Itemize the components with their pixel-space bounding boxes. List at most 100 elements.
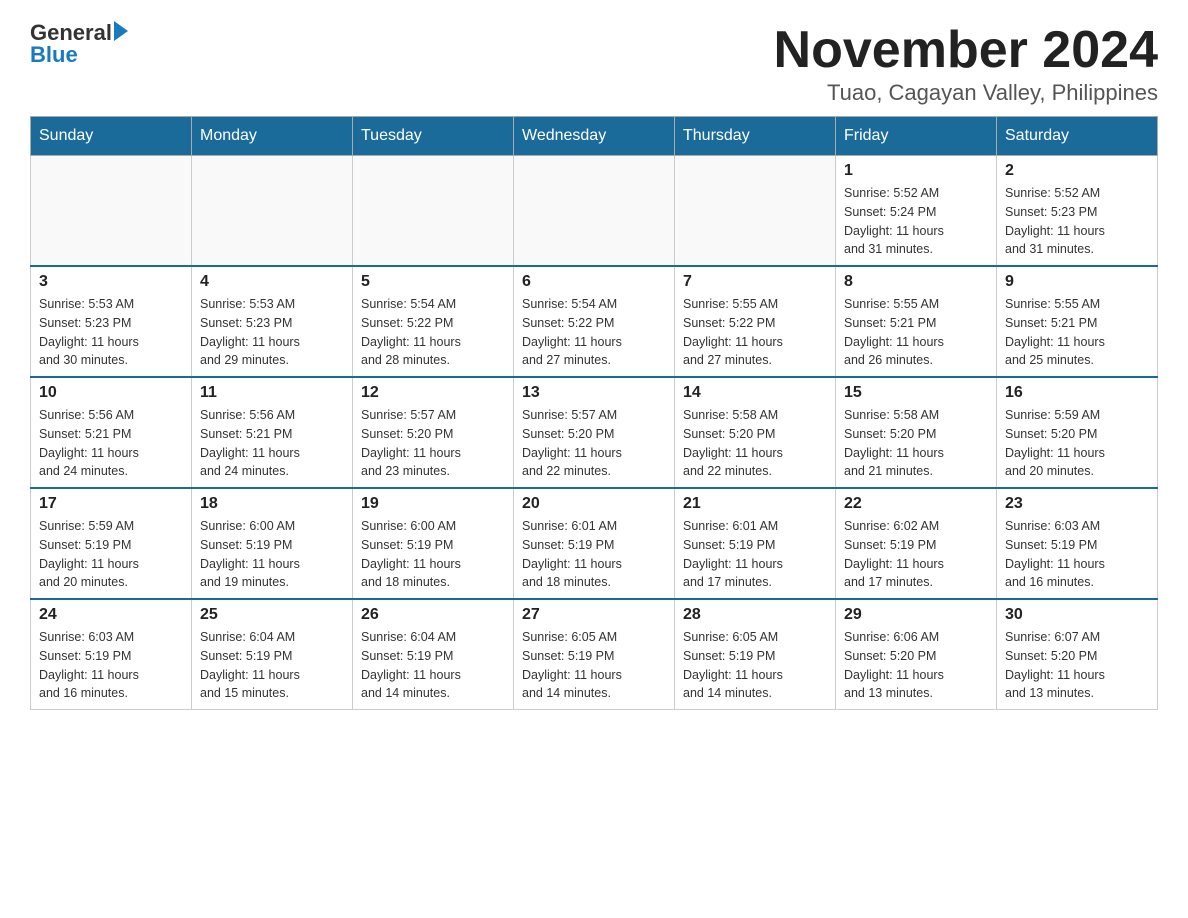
day-info: Sunrise: 5:55 AMSunset: 5:21 PMDaylight:… xyxy=(1005,295,1149,370)
logo-arrow-icon xyxy=(114,21,128,41)
week-row-2: 3 Sunrise: 5:53 AMSunset: 5:23 PMDaylight… xyxy=(31,266,1158,377)
calendar-cell: 7Sunrise: 5:55 AMSunset: 5:22 PMDaylight… xyxy=(675,266,836,377)
calendar-cell: 25 Sunrise: 6:04 AMSunset: 5:19 PMDayligh… xyxy=(192,599,353,710)
day-number: 15 xyxy=(844,384,988,402)
calendar-cell xyxy=(514,156,675,267)
calendar-cell: 18 Sunrise: 6:00 AMSunset: 5:19 PMDayligh… xyxy=(192,488,353,599)
day-number: 27 xyxy=(522,606,666,624)
day-number: 29 xyxy=(844,606,988,624)
column-header-wednesday: Wednesday xyxy=(514,117,675,156)
day-number: 9 xyxy=(1005,273,1149,291)
column-header-friday: Friday xyxy=(836,117,997,156)
subtitle: Tuao, Cagayan Valley, Philippines xyxy=(774,80,1158,106)
column-header-tuesday: Tuesday xyxy=(353,117,514,156)
calendar-cell: 4 Sunrise: 5:53 AMSunset: 5:23 PMDaylight… xyxy=(192,266,353,377)
day-info: Sunrise: 5:58 AMSunset: 5:20 PMDaylight:… xyxy=(844,406,988,481)
day-info: Sunrise: 6:03 AMSunset: 5:19 PMDaylight:… xyxy=(1005,517,1149,592)
day-info: Sunrise: 5:56 AMSunset: 5:21 PMDaylight:… xyxy=(39,406,183,481)
day-number: 22 xyxy=(844,495,988,513)
day-number: 21 xyxy=(683,495,827,513)
day-number: 19 xyxy=(361,495,505,513)
calendar-cell: 28 Sunrise: 6:05 AMSunset: 5:19 PMDayligh… xyxy=(675,599,836,710)
day-info: Sunrise: 5:57 AMSunset: 5:20 PMDaylight:… xyxy=(522,406,666,481)
day-info: Sunrise: 6:04 AMSunset: 5:19 PMDaylight:… xyxy=(361,628,505,703)
calendar-cell: 17 Sunrise: 5:59 AMSunset: 5:19 PMDayligh… xyxy=(31,488,192,599)
day-number: 5 xyxy=(361,273,505,291)
day-info: Sunrise: 5:53 AMSunset: 5:23 PMDaylight:… xyxy=(200,295,344,370)
calendar-header-row: SundayMondayTuesdayWednesdayThursdayFrid… xyxy=(31,117,1158,156)
calendar-cell: 10 Sunrise: 5:56 AMSunset: 5:21 PMDayligh… xyxy=(31,377,192,488)
day-info: Sunrise: 6:05 AMSunset: 5:19 PMDaylight:… xyxy=(683,628,827,703)
day-number: 4 xyxy=(200,273,344,291)
day-info: Sunrise: 6:01 AMSunset: 5:19 PMDaylight:… xyxy=(522,517,666,592)
week-row-3: 10 Sunrise: 5:56 AMSunset: 5:21 PMDayligh… xyxy=(31,377,1158,488)
calendar-cell: 29 Sunrise: 6:06 AMSunset: 5:20 PMDayligh… xyxy=(836,599,997,710)
column-header-monday: Monday xyxy=(192,117,353,156)
calendar-cell: 23 Sunrise: 6:03 AMSunset: 5:19 PMDayligh… xyxy=(997,488,1158,599)
week-row-1: 1 Sunrise: 5:52 AMSunset: 5:24 PMDaylight… xyxy=(31,156,1158,267)
day-info: Sunrise: 6:03 AMSunset: 5:19 PMDaylight:… xyxy=(39,628,183,703)
day-number: 20 xyxy=(522,495,666,513)
calendar-cell: 14Sunrise: 5:58 AMSunset: 5:20 PMDayligh… xyxy=(675,377,836,488)
day-info: Sunrise: 6:04 AMSunset: 5:19 PMDaylight:… xyxy=(200,628,344,703)
header: General Blue November 2024 Tuao, Cagayan… xyxy=(30,20,1158,106)
calendar-cell: 2 Sunrise: 5:52 AMSunset: 5:23 PMDaylight… xyxy=(997,156,1158,267)
day-info: Sunrise: 6:07 AMSunset: 5:20 PMDaylight:… xyxy=(1005,628,1149,703)
day-number: 23 xyxy=(1005,495,1149,513)
day-number: 8 xyxy=(844,273,988,291)
day-info: Sunrise: 5:55 AMSunset: 5:21 PMDaylight:… xyxy=(844,295,988,370)
calendar-cell: 27 Sunrise: 6:05 AMSunset: 5:19 PMDayligh… xyxy=(514,599,675,710)
day-info: Sunrise: 5:57 AMSunset: 5:20 PMDaylight:… xyxy=(361,406,505,481)
day-info: Sunrise: 6:05 AMSunset: 5:19 PMDaylight:… xyxy=(522,628,666,703)
calendar-cell: 16Sunrise: 5:59 AMSunset: 5:20 PMDayligh… xyxy=(997,377,1158,488)
day-number: 28 xyxy=(683,606,827,624)
day-info: Sunrise: 5:54 AMSunset: 5:22 PMDaylight:… xyxy=(361,295,505,370)
day-number: 18 xyxy=(200,495,344,513)
logo: General Blue xyxy=(30,20,128,68)
day-info: Sunrise: 5:52 AMSunset: 5:24 PMDaylight:… xyxy=(844,184,988,259)
day-info: Sunrise: 6:00 AMSunset: 5:19 PMDaylight:… xyxy=(361,517,505,592)
calendar-cell xyxy=(192,156,353,267)
day-number: 10 xyxy=(39,384,183,402)
day-info: Sunrise: 5:54 AMSunset: 5:22 PMDaylight:… xyxy=(522,295,666,370)
calendar-cell: 19 Sunrise: 6:00 AMSunset: 5:19 PMDayligh… xyxy=(353,488,514,599)
day-number: 2 xyxy=(1005,162,1149,180)
calendar-cell: 11Sunrise: 5:56 AMSunset: 5:21 PMDayligh… xyxy=(192,377,353,488)
calendar-cell: 26 Sunrise: 6:04 AMSunset: 5:19 PMDayligh… xyxy=(353,599,514,710)
day-info: Sunrise: 5:53 AMSunset: 5:23 PMDaylight:… xyxy=(39,295,183,370)
calendar-cell: 12 Sunrise: 5:57 AMSunset: 5:20 PMDayligh… xyxy=(353,377,514,488)
day-number: 26 xyxy=(361,606,505,624)
day-info: Sunrise: 5:52 AMSunset: 5:23 PMDaylight:… xyxy=(1005,184,1149,259)
day-number: 25 xyxy=(200,606,344,624)
column-header-saturday: Saturday xyxy=(997,117,1158,156)
day-info: Sunrise: 6:06 AMSunset: 5:20 PMDaylight:… xyxy=(844,628,988,703)
day-number: 17 xyxy=(39,495,183,513)
day-info: Sunrise: 6:00 AMSunset: 5:19 PMDaylight:… xyxy=(200,517,344,592)
day-number: 3 xyxy=(39,273,183,291)
calendar-cell: 8 Sunrise: 5:55 AMSunset: 5:21 PMDaylight… xyxy=(836,266,997,377)
day-number: 30 xyxy=(1005,606,1149,624)
day-number: 11 xyxy=(200,384,344,402)
calendar-cell: 21 Sunrise: 6:01 AMSunset: 5:19 PMDayligh… xyxy=(675,488,836,599)
day-info: Sunrise: 6:01 AMSunset: 5:19 PMDaylight:… xyxy=(683,517,827,592)
day-number: 12 xyxy=(361,384,505,402)
day-number: 6 xyxy=(522,273,666,291)
calendar-cell: 22 Sunrise: 6:02 AMSunset: 5:19 PMDayligh… xyxy=(836,488,997,599)
day-number: 1 xyxy=(844,162,988,180)
day-info: Sunrise: 6:02 AMSunset: 5:19 PMDaylight:… xyxy=(844,517,988,592)
calendar-cell: 1 Sunrise: 5:52 AMSunset: 5:24 PMDaylight… xyxy=(836,156,997,267)
column-header-sunday: Sunday xyxy=(31,117,192,156)
week-row-5: 24Sunrise: 6:03 AMSunset: 5:19 PMDayligh… xyxy=(31,599,1158,710)
calendar-cell xyxy=(31,156,192,267)
main-title: November 2024 xyxy=(774,20,1158,80)
day-number: 13 xyxy=(522,384,666,402)
week-row-4: 17 Sunrise: 5:59 AMSunset: 5:19 PMDayligh… xyxy=(31,488,1158,599)
calendar-cell xyxy=(675,156,836,267)
day-info: Sunrise: 5:55 AMSunset: 5:22 PMDaylight:… xyxy=(683,295,827,370)
day-number: 16 xyxy=(1005,384,1149,402)
day-info: Sunrise: 5:58 AMSunset: 5:20 PMDaylight:… xyxy=(683,406,827,481)
day-info: Sunrise: 5:59 AMSunset: 5:19 PMDaylight:… xyxy=(39,517,183,592)
logo-blue: Blue xyxy=(30,42,78,68)
calendar-cell: 13 Sunrise: 5:57 AMSunset: 5:20 PMDayligh… xyxy=(514,377,675,488)
calendar-cell: 24Sunrise: 6:03 AMSunset: 5:19 PMDayligh… xyxy=(31,599,192,710)
